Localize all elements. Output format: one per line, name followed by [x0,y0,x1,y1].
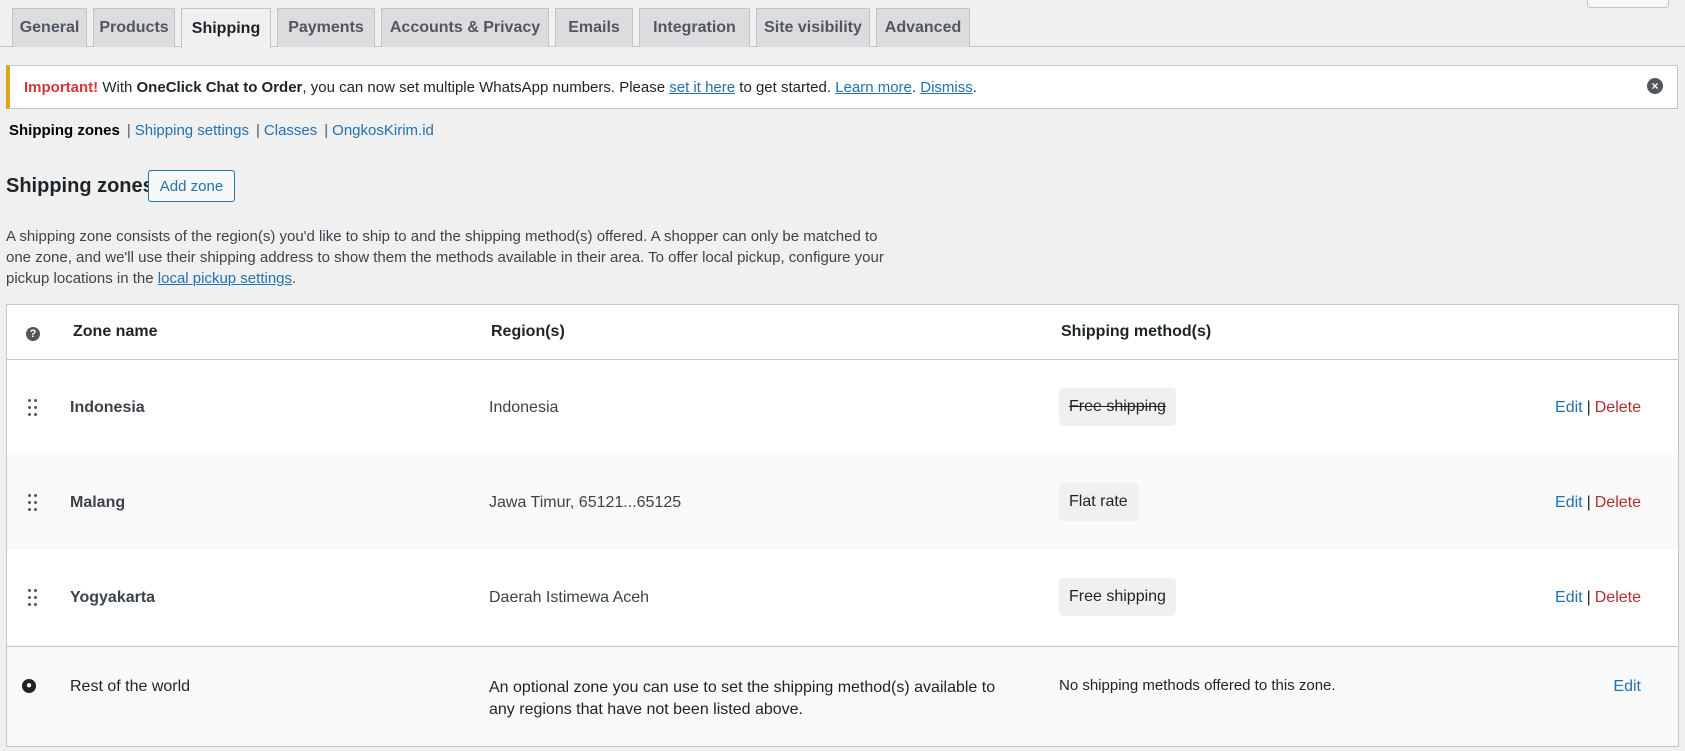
drag-handle-icon[interactable] [27,588,39,608]
description-text: A shipping zone consists of the region(s… [6,228,884,287]
table-row: Yogyakarta Daerah Istimewa Aceh Free shi… [7,550,1678,645]
zone-region: Indonesia [489,399,559,416]
notice-text: With [98,78,137,96]
tab-emails[interactable]: Emails [555,8,633,47]
learn-more-link[interactable]: Learn more [835,79,912,96]
delete-link[interactable]: Delete [1595,494,1641,511]
shipping-method-badge[interactable]: Flat rate [1059,483,1138,521]
shipping-method-badge[interactable]: Free shipping [1059,578,1176,616]
page-title: Shipping zones [6,175,154,197]
tab-general[interactable]: General [12,8,87,47]
zone-name[interactable]: Indonesia [70,399,145,417]
zone-name[interactable]: Malang [70,494,125,512]
subnav-classes[interactable]: Classes [264,122,317,139]
table-row: Malang Jawa Timur, 65121...65125 Flat ra… [7,455,1678,550]
notice-text: . [911,78,921,96]
shipping-subnav: Shipping zones | Shipping settings | Cla… [9,122,434,139]
row-actions: Edit | Delete [1555,399,1641,417]
zone-region: Jawa Timur, 65121...65125 [489,494,682,511]
row-actions: Edit | Delete [1555,494,1641,512]
add-zone-button[interactable]: Add zone [148,170,235,202]
tab-integration[interactable]: Integration [639,8,750,47]
row-actions: Edit | Delete [1555,589,1641,607]
zone-region: Daerah Istimewa Aceh [489,589,650,606]
action-separator: | [1586,494,1591,511]
close-icon[interactable]: × [1647,78,1663,94]
zone-name[interactable]: Yogyakarta [70,589,155,607]
subnav-ongkoskirim[interactable]: OngkosKirim.id [332,122,434,139]
notice-text: to get started. [735,78,836,96]
table-row: Indonesia Indonesia Free shipping Edit | D… [7,360,1678,455]
rest-of-world-description: An optional zone you can use to set the … [489,679,996,718]
tab-site-visibility[interactable]: Site visibility [756,8,870,47]
delete-link[interactable]: Delete [1595,399,1641,416]
subnav-shipping-zones[interactable]: Shipping zones [9,122,120,139]
delete-link[interactable]: Delete [1595,589,1641,606]
notice-plugin-name: OneClick Chat to Order [136,78,303,96]
rest-of-world-row: ● Rest of the world An optional zone you… [7,646,1678,746]
subnav-separator: | [256,122,260,139]
edit-link[interactable]: Edit [1555,589,1583,606]
shipping-zones-table: ? Zone name Region(s) Shipping method(s)… [6,304,1679,747]
dismiss-link[interactable]: Dismiss [920,79,973,96]
subnav-shipping-settings[interactable]: Shipping settings [135,122,249,139]
set-it-here-link[interactable]: set it here [669,79,735,96]
header-zone-name: Zone name [73,323,158,340]
local-pickup-settings-link[interactable]: local pickup settings [158,270,292,287]
rest-of-world-edit-link[interactable]: Edit [1613,678,1641,696]
action-separator: | [1586,399,1591,416]
tab-payments[interactable]: Payments [277,8,375,47]
rest-of-world-name: Rest of the world [70,678,191,695]
globe-icon: ● [22,679,36,693]
edit-link[interactable]: Edit [1555,494,1583,511]
subnav-separator: | [324,122,329,139]
zones-description: A shipping zone consists of the region(s… [6,226,906,289]
edit-link[interactable]: Edit [1555,399,1583,416]
important-notice: Important! With OneClick Chat to Order ,… [6,65,1678,109]
notice-text: . [972,78,977,96]
tab-accounts-privacy[interactable]: Accounts & Privacy [381,8,549,47]
subnav-separator: | [126,122,131,139]
rest-of-world-methods: No shipping methods offered to this zone… [1059,677,1336,694]
description-end: . [292,270,297,287]
shipping-method-badge[interactable]: Free shipping [1059,388,1176,426]
settings-tabs: General Products Shipping Payments Accou… [0,0,1685,48]
table-header: ? Zone name Region(s) Shipping method(s) [7,305,1678,360]
header-shipping-methods: Shipping method(s) [1061,323,1212,340]
drag-handle-icon[interactable] [27,493,39,513]
notice-text: , you can now set multiple WhatsApp numb… [302,78,670,96]
notice-important-label: Important! [24,78,99,96]
tab-advanced[interactable]: Advanced [876,8,970,47]
tab-shipping[interactable]: Shipping [181,8,271,48]
action-separator: | [1586,589,1591,606]
header-regions: Region(s) [491,323,565,340]
help-icon[interactable]: ? [26,327,40,341]
drag-handle-icon[interactable] [27,398,39,418]
tab-products[interactable]: Products [93,8,175,47]
